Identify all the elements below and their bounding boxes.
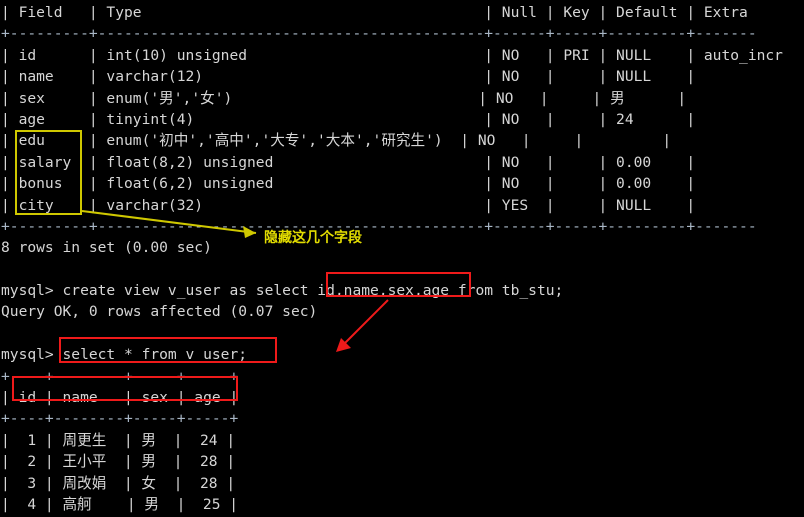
describe-row-sex: | sex | enum('男','女') | NO | | 男 | xyxy=(1,89,687,107)
describe-row-edu: | edu | enum('初中','高中','大专','大本','研究生') … xyxy=(1,132,672,150)
describe-row-salary: | salary | float(8,2) unsigned | NO | | … xyxy=(1,153,696,171)
describe-result-status: 8 rows in set (0.00 sec) xyxy=(1,239,212,257)
view-row-3: | 3 | 周改娟 | 女 | 28 | xyxy=(1,474,236,492)
mysql-terminal-window[interactable]: | Field | Type | Null | Key | Default | … xyxy=(0,0,804,517)
describe-header-row: | Field | Type | Null | Key | Default | … xyxy=(1,4,748,21)
terminal-screen: | Field | Type | Null | Key | Default | … xyxy=(0,0,804,517)
view-row-4: | 4 | 高舸 | 男 | 25 | xyxy=(1,495,239,513)
describe-row-bonus: | bonus | float(6,2) unsigned | NO | | 0… xyxy=(1,175,696,193)
command-select-view: mysql> select * from v_user; xyxy=(1,346,248,364)
create-view-result: Query OK, 0 rows affected (0.07 sec) xyxy=(1,303,318,321)
view-row-1: | 1 | 周更生 | 男 | 24 | xyxy=(1,431,236,449)
view-row-2: | 2 | 王小平 | 男 | 28 | xyxy=(1,453,236,471)
view-separator-top: +----+--------+-----+-----+ xyxy=(1,367,239,385)
describe-row-name: | name | varchar(12) | NO | | NULL | xyxy=(1,68,696,86)
describe-row-age: | age | tinyint(4) | NO | | 24 | xyxy=(1,110,696,128)
view-separator-mid: +----+--------+-----+-----+ xyxy=(1,410,239,428)
describe-row-id: | id | int(10) unsigned | NO | PRI | NUL… xyxy=(1,46,783,64)
describe-separator-top: +---------+-----------------------------… xyxy=(1,25,757,43)
describe-row-city: | city | varchar(32) | YES | | NULL | xyxy=(1,196,696,214)
command-create-view: mysql> create view v_user as select id,n… xyxy=(1,282,564,300)
describe-separator-bottom: +---------+-----------------------------… xyxy=(1,217,757,235)
view-header-row: | id | name | sex | age | xyxy=(1,389,239,407)
